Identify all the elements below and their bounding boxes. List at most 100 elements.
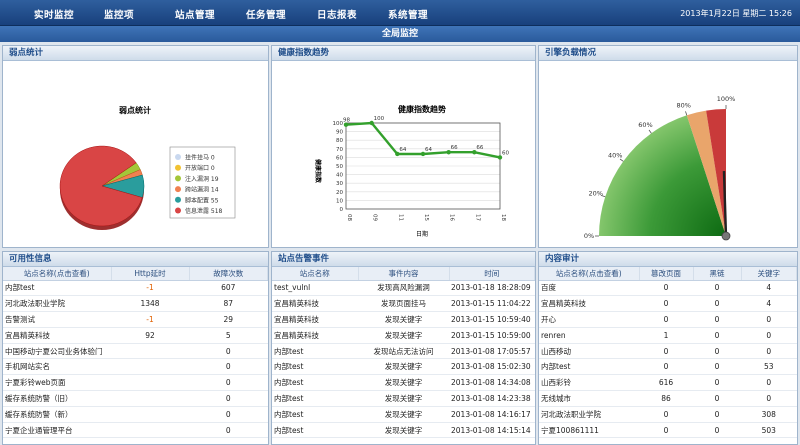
column-header[interactable]: 站点名称(点击查看) <box>539 267 640 281</box>
table-cell[interactable]: 山西彩铃 <box>539 374 639 392</box>
table-cell[interactable]: 宜昌精英科技 <box>272 295 358 313</box>
panel-title: 站点告警事件 <box>272 252 535 267</box>
table-row[interactable]: 宜昌精英科技 0 0 4 <box>539 295 797 313</box>
table-row[interactable]: 宜昌精英科技 发现关键字 2013-01-15 10:59:00 <box>272 327 535 344</box>
table-cell: 1348 <box>111 295 189 313</box>
site-alerts-table: 站点名称 事件内容 时间 test_vulnl 发现高风险漏洞 2013-01-18… <box>272 267 535 439</box>
table-cell[interactable]: 宜昌精英科技 <box>539 295 639 313</box>
table-row[interactable]: 中国移动宁夏公司业务体验门 0 <box>3 343 268 360</box>
table-row[interactable]: renren 1 0 0 <box>539 327 797 344</box>
nav-monitor-items[interactable]: 监控项 <box>104 7 134 21</box>
table-cell[interactable]: 宜昌精英科技 <box>272 311 358 328</box>
gauge-tick-label: 20% <box>588 190 602 198</box>
table-row[interactable]: 内部test 发现关键字 2013-01-08 14:23:38 <box>272 390 535 407</box>
column-header[interactable]: 事件内容 <box>358 267 450 281</box>
table-cell[interactable]: 宁夏彩铃web页面 <box>3 374 111 392</box>
data-label: 100 <box>374 116 385 122</box>
table-row[interactable]: 缓存系统防警（新） 0 <box>3 406 268 423</box>
table-cell[interactable]: 内部test <box>3 280 111 297</box>
y-tick-label: 0 <box>340 207 344 213</box>
table-cell[interactable]: 河北政法职业学院 <box>3 295 111 313</box>
table-row[interactable]: 河北政法职业学院 0 0 308 <box>539 406 797 423</box>
table-cell[interactable]: 缓存系统防警（新） <box>3 406 111 423</box>
table-cell[interactable]: 内部test <box>272 422 358 439</box>
nav-realtime-monitor[interactable]: 实时监控 <box>34 7 74 21</box>
table-cell: 0 <box>189 343 268 360</box>
table-cell[interactable]: 内部test <box>272 374 358 392</box>
column-header[interactable]: 关键字 <box>741 267 797 281</box>
table-row[interactable]: 宁夏100861111 0 0 503 <box>539 422 797 439</box>
table-row[interactable]: 山西彩铃 616 0 0 <box>539 374 797 392</box>
y-tick-label: 30 <box>336 181 343 187</box>
column-header[interactable]: 篡改页面 <box>639 267 694 281</box>
table-row[interactable]: 宜昌精英科技 92 5 <box>3 327 268 344</box>
table-row[interactable]: 宜昌精英科技 发现页面挂马 2013-01-15 11:04:22 <box>272 295 535 313</box>
table-cell: 2013-01-15 11:04:22 <box>449 295 535 313</box>
table-cell[interactable]: 河北政法职业学院 <box>539 406 639 423</box>
table-cell[interactable]: 百度 <box>539 280 639 297</box>
table-row[interactable]: 宜昌精英科技 发现关键字 2013-01-15 10:59:40 <box>272 311 535 328</box>
table-cell: 0 <box>639 280 693 297</box>
column-header[interactable]: 站点名称 <box>272 267 359 281</box>
table-cell[interactable]: 宁夏企业通管理平台 <box>3 422 111 439</box>
pie-chart-title: 弱点统计 <box>119 105 151 115</box>
table-cell <box>111 406 189 423</box>
table-row[interactable]: 无线城市 86 0 0 <box>539 390 797 407</box>
table-cell: 4 <box>741 295 797 313</box>
table-row[interactable]: 内部test 发现关键字 2013-01-08 14:15:14 <box>272 422 535 439</box>
table-row[interactable]: 内部test 发现关键字 2013-01-08 14:16:17 <box>272 406 535 423</box>
table-cell[interactable]: 内部test <box>272 343 358 360</box>
table-row[interactable]: 宁夏彩铃web页面 0 <box>3 374 268 392</box>
table-cell[interactable]: 中国移动宁夏公司业务体验门 <box>3 343 111 360</box>
table-cell[interactable]: 山西移动 <box>539 343 639 360</box>
table-cell[interactable]: 告警测试 <box>3 311 111 328</box>
table-cell[interactable]: 内部test <box>272 406 358 423</box>
table-row[interactable]: 内部test 0 0 53 <box>539 358 797 376</box>
table-cell: 0 <box>693 358 741 376</box>
column-header[interactable]: 黑链 <box>693 267 742 281</box>
table-row[interactable]: 内部test 发现站点无法访问 2013-01-08 17:05:57 <box>272 343 535 360</box>
table-cell[interactable]: renren <box>539 327 639 344</box>
table-cell: 0 <box>741 390 797 407</box>
panel-title: 健康指数趋势 <box>272 46 535 61</box>
table-cell[interactable]: 开心 <box>539 311 639 328</box>
table-cell[interactable]: 缓存系统防警（旧） <box>3 390 111 407</box>
table-row[interactable]: 百度 0 0 4 <box>539 280 797 297</box>
table-cell[interactable]: 内部test <box>272 358 358 376</box>
table-cell[interactable]: 宁夏100861111 <box>539 422 639 439</box>
column-header[interactable]: 时间 <box>449 267 535 281</box>
table-cell: 0 <box>693 280 741 297</box>
table-row[interactable]: 河北政法职业学院 1348 87 <box>3 295 268 313</box>
table-cell[interactable]: 宜昌精英科技 <box>272 327 358 344</box>
column-header[interactable]: Http延时 <box>111 267 190 281</box>
table-cell[interactable]: 手机网站实名 <box>3 358 111 376</box>
table-row[interactable]: 开心 0 0 0 <box>539 311 797 328</box>
nav-task-management[interactable]: 任务管理 <box>246 7 286 21</box>
table-row[interactable]: 山西移动 0 0 0 <box>539 343 797 360</box>
table-row[interactable]: 宁夏企业通管理平台 0 <box>3 422 268 439</box>
nav-site-management[interactable]: 站点管理 <box>175 7 215 21</box>
nav-system-management[interactable]: 系统管理 <box>388 7 428 21</box>
data-label: 66 <box>476 145 483 151</box>
table-cell: 0 <box>693 343 741 360</box>
column-header[interactable]: 站点名称(点击查看) <box>3 267 112 281</box>
nav-log-reports[interactable]: 日志报表 <box>317 7 357 21</box>
table-cell[interactable]: 内部test <box>539 358 639 376</box>
table-cell: 0 <box>189 358 268 376</box>
column-header[interactable]: 故障次数 <box>189 267 268 281</box>
table-cell[interactable]: test_vulnl <box>272 280 358 297</box>
legend-label: 跨站漏洞 14 <box>185 186 219 194</box>
table-cell: 发现关键字 <box>358 374 449 392</box>
engine-load-panel: 引擎负载情况 0% 20% 40% 60% 80% 100% <box>538 45 798 248</box>
table-row[interactable]: 内部test -1 607 <box>3 280 268 297</box>
gauge-tick <box>648 129 652 134</box>
table-row[interactable]: 手机网站实名 0 <box>3 358 268 376</box>
table-row[interactable]: 告警测试 -1 29 <box>3 311 268 328</box>
table-row[interactable]: 内部test 发现关键字 2013-01-08 14:34:08 <box>272 374 535 392</box>
table-row[interactable]: test_vulnl 发现高风险漏洞 2013-01-18 18:28:09 <box>272 280 535 297</box>
table-row[interactable]: 缓存系统防警（旧） 0 <box>3 390 268 407</box>
table-cell[interactable]: 无线城市 <box>539 390 639 407</box>
table-cell[interactable]: 宜昌精英科技 <box>3 327 111 344</box>
table-row[interactable]: 内部test 发现关键字 2013-01-08 15:02:30 <box>272 358 535 376</box>
table-cell[interactable]: 内部test <box>272 390 358 407</box>
